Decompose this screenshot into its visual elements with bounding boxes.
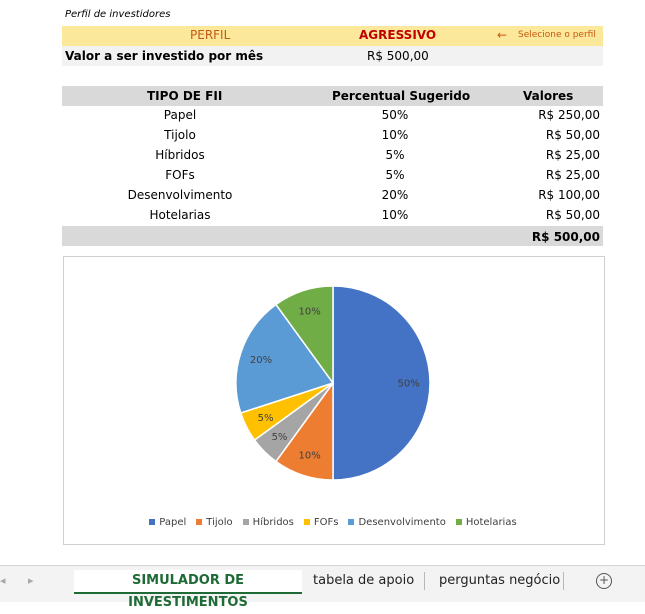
legend-item[interactable]: Papel [149, 517, 186, 528]
legend-swatch [196, 519, 203, 525]
pie-data-label: 50% [398, 379, 420, 390]
tab-perguntas-negocio[interactable]: perguntas negócio [439, 570, 560, 592]
tab-tabela-de-apoio[interactable]: tabela de apoio [313, 570, 414, 592]
tab-simulador[interactable]: SIMULADOR DE INVESTIMENTOS [74, 570, 302, 610]
pie-data-label: 5% [258, 413, 274, 424]
add-sheet-icon[interactable]: + [596, 573, 612, 589]
legend-item[interactable]: Híbridos [242, 517, 294, 528]
legend-label: Tijolo [206, 517, 233, 528]
legend-label: FOFs [313, 517, 339, 528]
pie-data-label: 10% [299, 450, 321, 461]
pie-data-label: 5% [272, 432, 288, 443]
scroll-right-icon[interactable]: ▸ [28, 574, 34, 587]
scroll-left-icon[interactable]: ◂ [0, 574, 6, 587]
sheet-tab-bar: ◂ ▸ SIMULADOR DE INVESTIMENTOS tabela de… [0, 565, 645, 610]
legend-item[interactable]: Hotelarias [455, 517, 517, 528]
pie-data-label: 20% [250, 355, 272, 366]
chart-legend: Papel Tijolo Híbridos FOFs Desenvolvimento Ho… [63, 517, 603, 528]
legend-item[interactable]: Tijolo [196, 517, 233, 528]
legend-swatch [455, 519, 462, 525]
pie-chart-svg: 50% 10% 5% 5% 20% 10% [235, 285, 431, 481]
legend-swatch [149, 519, 156, 525]
legend-label: Hotelarias [465, 517, 517, 528]
tab-separator [424, 572, 425, 590]
legend-swatch [242, 519, 249, 525]
legend-item[interactable]: Desenvolvimento [348, 517, 446, 528]
legend-label: Desenvolvimento [358, 517, 446, 528]
legend-swatch [348, 519, 355, 525]
legend-swatch [303, 519, 310, 525]
tab-separator [563, 572, 564, 590]
legend-label: Papel [159, 517, 187, 528]
legend-label: Híbridos [252, 517, 294, 528]
pie-data-label: 10% [299, 307, 321, 318]
legend-item[interactable]: FOFs [303, 517, 339, 528]
